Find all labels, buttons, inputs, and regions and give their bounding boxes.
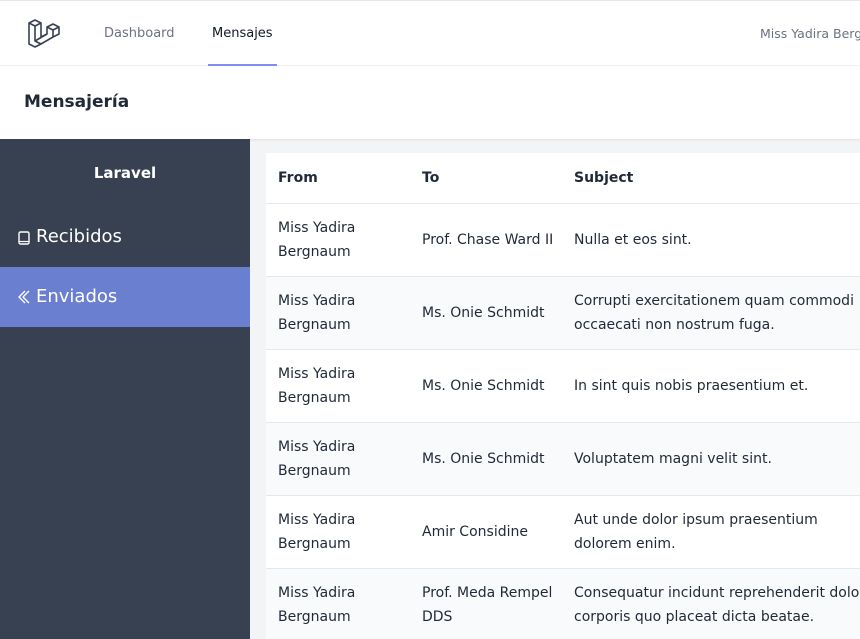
sidebar-title: Laravel — [93, 164, 157, 182]
table-row[interactable]: Miss Yadira Bergnaum Amir Considine Aut … — [266, 496, 860, 569]
cell-subject: In sint quis nobis praesentium et. — [574, 378, 809, 394]
reply-icon — [18, 290, 30, 304]
table-header: From To Subject — [266, 153, 860, 204]
nav-mensajes-link[interactable]: Mensajes — [208, 1, 277, 66]
sidebar-item-label: Recibidos — [36, 226, 122, 247]
book-icon — [18, 231, 30, 245]
column-header-subject: Subject — [574, 170, 634, 186]
top-navigation: Dashboard Mensajes Miss Yadira Bergnaum — [0, 0, 860, 66]
cell-from: Miss Yadira Bergnaum — [278, 366, 356, 406]
user-menu[interactable]: Miss Yadira Bergnaum — [760, 1, 860, 66]
cell-from: Miss Yadira Bergnaum — [278, 293, 356, 333]
laravel-logo-icon[interactable] — [26, 17, 60, 51]
cell-to: Ms. Onie Schmidt — [422, 451, 545, 467]
cell-subject: Nulla et eos sint. — [574, 232, 692, 248]
cell-to: Ms. Onie Schmidt — [422, 305, 545, 321]
cell-subject: Corrupti exercitationem quam commodi occ… — [574, 293, 854, 333]
page-header: Mensajería — [0, 66, 860, 139]
table-row[interactable]: Miss Yadira Bergnaum Ms. Onie Schmidt In… — [266, 350, 860, 423]
table-row[interactable]: Miss Yadira Bergnaum Prof. Chase Ward II… — [266, 204, 860, 277]
table-row[interactable]: Miss Yadira Bergnaum Ms. Onie Schmidt Vo… — [266, 423, 860, 496]
table-row[interactable]: Miss Yadira Bergnaum Prof. Meda Rempel D… — [266, 569, 860, 639]
cell-subject: Voluptatem magni velit sint. — [574, 451, 772, 467]
cell-from: Miss Yadira Bergnaum — [278, 512, 356, 552]
sidebar-item-recibidos[interactable]: Recibidos — [0, 207, 250, 267]
sidebar-item-label: Enviados — [36, 286, 118, 307]
cell-subject: Consequatur incidunt reprehenderit dolor… — [574, 585, 860, 625]
column-header-to: To — [422, 170, 440, 186]
cell-from: Miss Yadira Bergnaum — [278, 439, 356, 479]
page-title: Mensajería — [24, 92, 130, 112]
cell-from: Miss Yadira Bergnaum — [278, 220, 356, 260]
cell-subject: Aut unde dolor ipsum praesentium dolorem… — [574, 512, 818, 552]
table-row[interactable]: Miss Yadira Bergnaum Ms. Onie Schmidt Co… — [266, 277, 860, 350]
cell-to: Prof. Chase Ward II — [422, 232, 554, 248]
column-header-from: From — [278, 170, 318, 186]
sidebar: Laravel Recibidos Enviados — [0, 139, 250, 639]
cell-to: Ms. Onie Schmidt — [422, 378, 545, 394]
cell-to: Amir Considine — [422, 524, 528, 540]
cell-to: Prof. Meda Rempel DDS — [422, 585, 553, 625]
cell-from: Miss Yadira Bergnaum — [278, 585, 356, 625]
messages-table: From To Subject Miss Yadira Bergnaum Pro… — [266, 153, 860, 639]
nav-dashboard-link[interactable]: Dashboard — [104, 1, 175, 66]
sidebar-item-enviados[interactable]: Enviados — [0, 267, 250, 327]
